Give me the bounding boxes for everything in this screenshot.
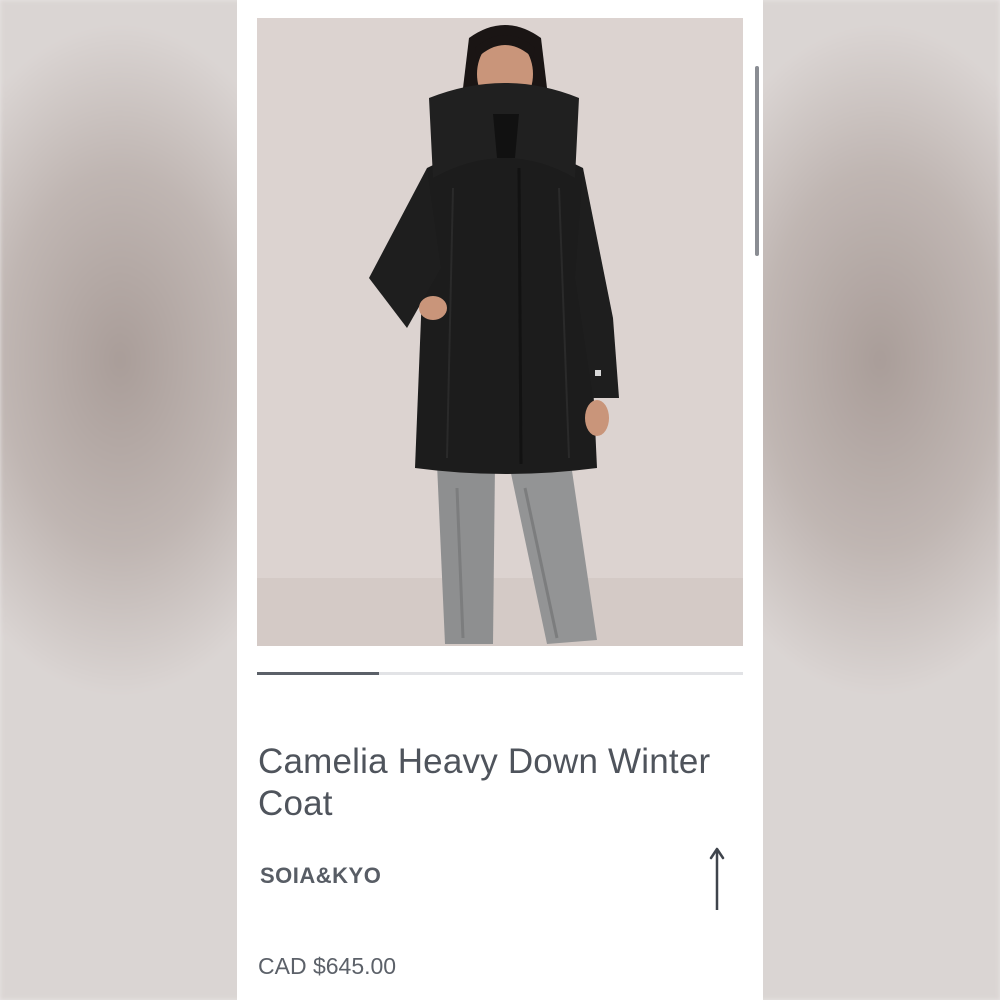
- product-image[interactable]: [257, 18, 743, 646]
- gallery-progress-fill: [257, 672, 379, 675]
- product-title: Camelia Heavy Down Winter Coat: [258, 742, 711, 823]
- product-page: Camelia Heavy Down Winter Coat SOIA&KYO …: [237, 0, 763, 1000]
- price: CAD $645.00: [258, 953, 397, 979]
- brand-name[interactable]: SOIA&KYO: [260, 863, 381, 889]
- scroll-up-button[interactable]: [707, 846, 727, 912]
- scrollbar[interactable]: [755, 66, 759, 256]
- gallery-progress-bar: [257, 672, 743, 675]
- model-illustration: [257, 18, 743, 646]
- arrow-up-icon: [709, 847, 725, 910]
